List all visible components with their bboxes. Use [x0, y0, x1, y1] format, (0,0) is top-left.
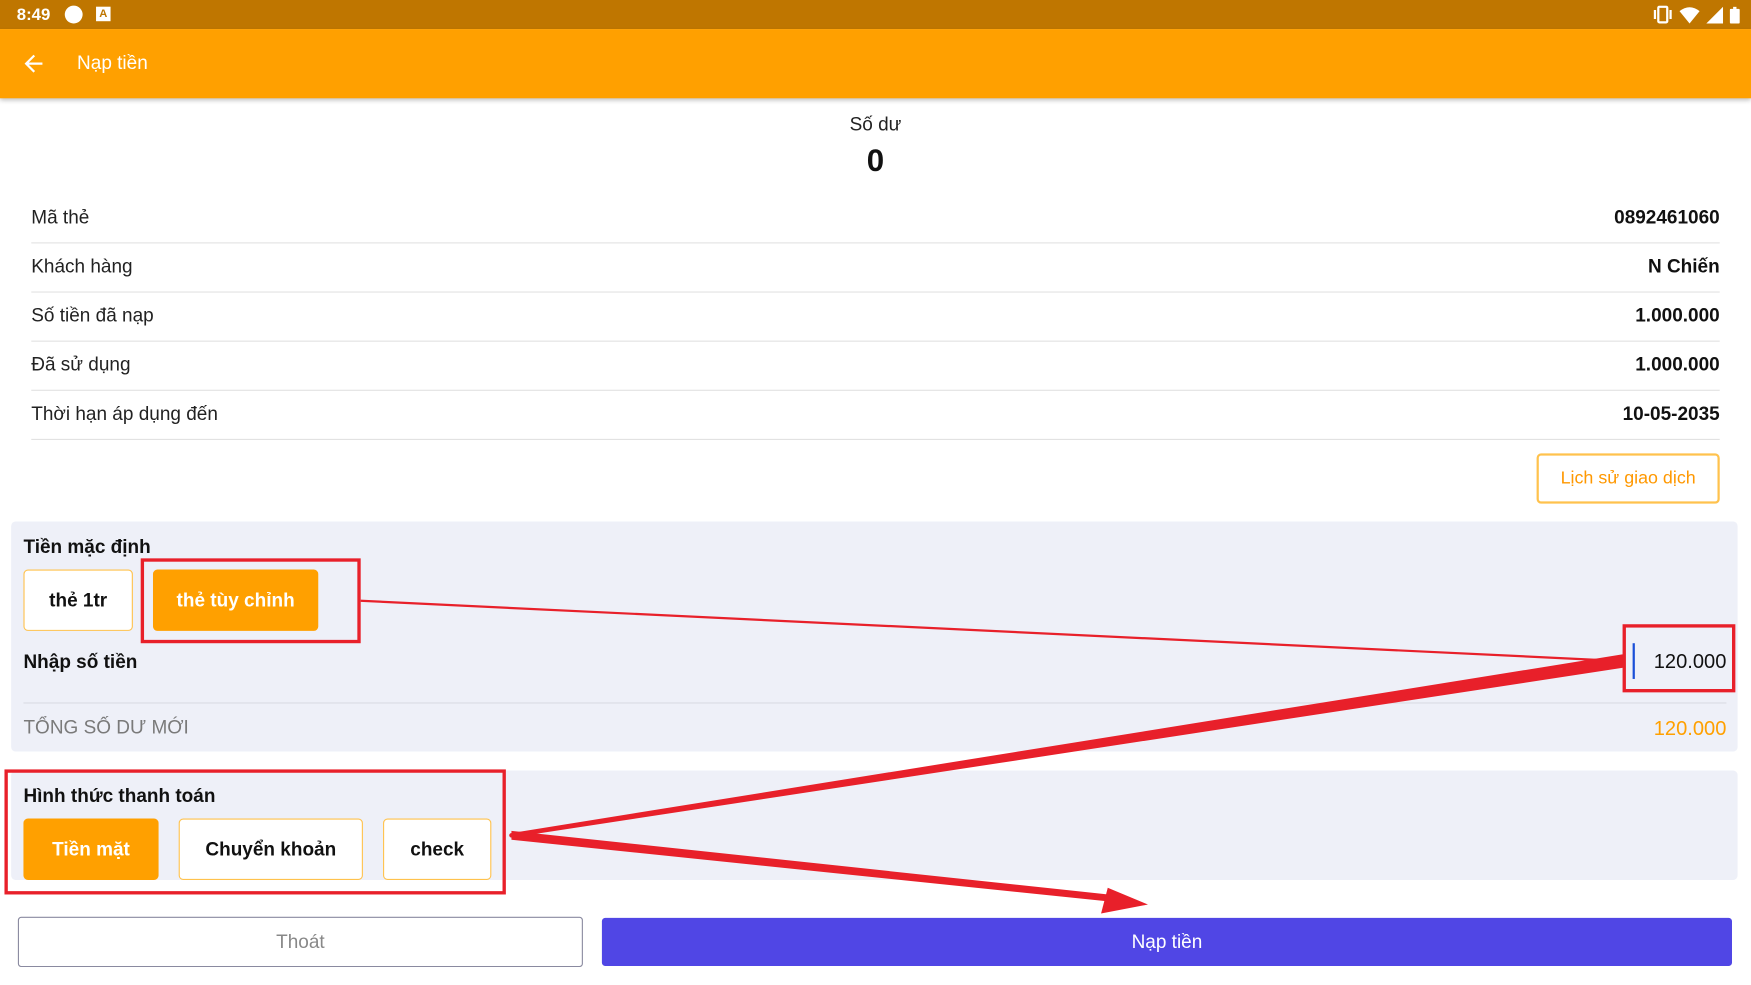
balance-label: Số dư — [849, 113, 902, 136]
screen: 8:49 A Nạp tiền Số dư 0 Mã thẻ 089246106… — [0, 0, 1751, 985]
info-value: 1.000.000 — [1635, 353, 1720, 376]
a-notification-icon: A — [96, 6, 111, 22]
info-row-customer: Khách hàng N Chiến — [31, 243, 1720, 293]
vibrate-icon — [1653, 5, 1672, 24]
annotation-arrowhead-submit — [1101, 887, 1148, 914]
info-label: Số tiền đã nạp — [31, 304, 154, 327]
arrow-left-icon[interactable] — [20, 50, 47, 77]
balance-value: 0 — [866, 142, 885, 178]
status-bar: 8:49 A — [0, 0, 1751, 30]
annotation-box-custom-card — [140, 558, 361, 644]
info-label: Thời hạn áp dụng đến — [31, 403, 218, 425]
divider — [23, 702, 1727, 704]
status-icons — [1653, 5, 1740, 24]
app-bar: Nạp tiền — [0, 29, 1751, 99]
amount-input-label: Nhập số tiền — [23, 651, 138, 673]
new-balance-label: TỔNG SỐ DƯ MỚI — [23, 716, 189, 739]
new-balance-value: 120.000 — [1653, 716, 1727, 740]
signal-icon — [1706, 6, 1724, 23]
wifi-icon — [1679, 6, 1700, 23]
info-row-used: Đã sử dụng 1.000.000 — [31, 342, 1720, 391]
info-row-expiry: Thời hạn áp dụng đến 10-05-2035 — [31, 391, 1720, 440]
info-value: N Chiến — [1647, 255, 1720, 277]
info-label: Khách hàng — [31, 255, 133, 277]
info-row-topped-up: Số tiền đã nạp 1.000.000 — [31, 293, 1720, 342]
battery-icon — [1729, 6, 1740, 23]
top-up-button[interactable]: Nạp tiền — [601, 917, 1733, 966]
annotation-box-amount — [1622, 624, 1736, 693]
card-1tr-button[interactable]: thẻ 1tr — [23, 569, 133, 631]
app-content: 8:49 A Nạp tiền Số dư 0 Mã thẻ 089246106… — [0, 0, 1751, 985]
notification-dot-icon — [64, 5, 83, 24]
info-value: 0892461060 — [1614, 206, 1720, 228]
status-time: 8:49 — [16, 5, 51, 25]
info-label: Đã sử dụng — [31, 353, 131, 376]
info-row-card-code: Mã thẻ 0892461060 — [31, 194, 1720, 244]
annotation-box-payment — [4, 769, 506, 895]
page-title: Nạp tiền — [77, 52, 148, 74]
info-label: Mã thẻ — [31, 206, 90, 228]
default-amount-title: Tiền mặc định — [23, 536, 151, 558]
exit-button[interactable]: Thoát — [17, 916, 583, 968]
info-value: 10-05-2035 — [1622, 403, 1720, 425]
transaction-history-button[interactable]: Lịch sử giao dịch — [1536, 453, 1720, 504]
info-value: 1.000.000 — [1635, 304, 1720, 327]
